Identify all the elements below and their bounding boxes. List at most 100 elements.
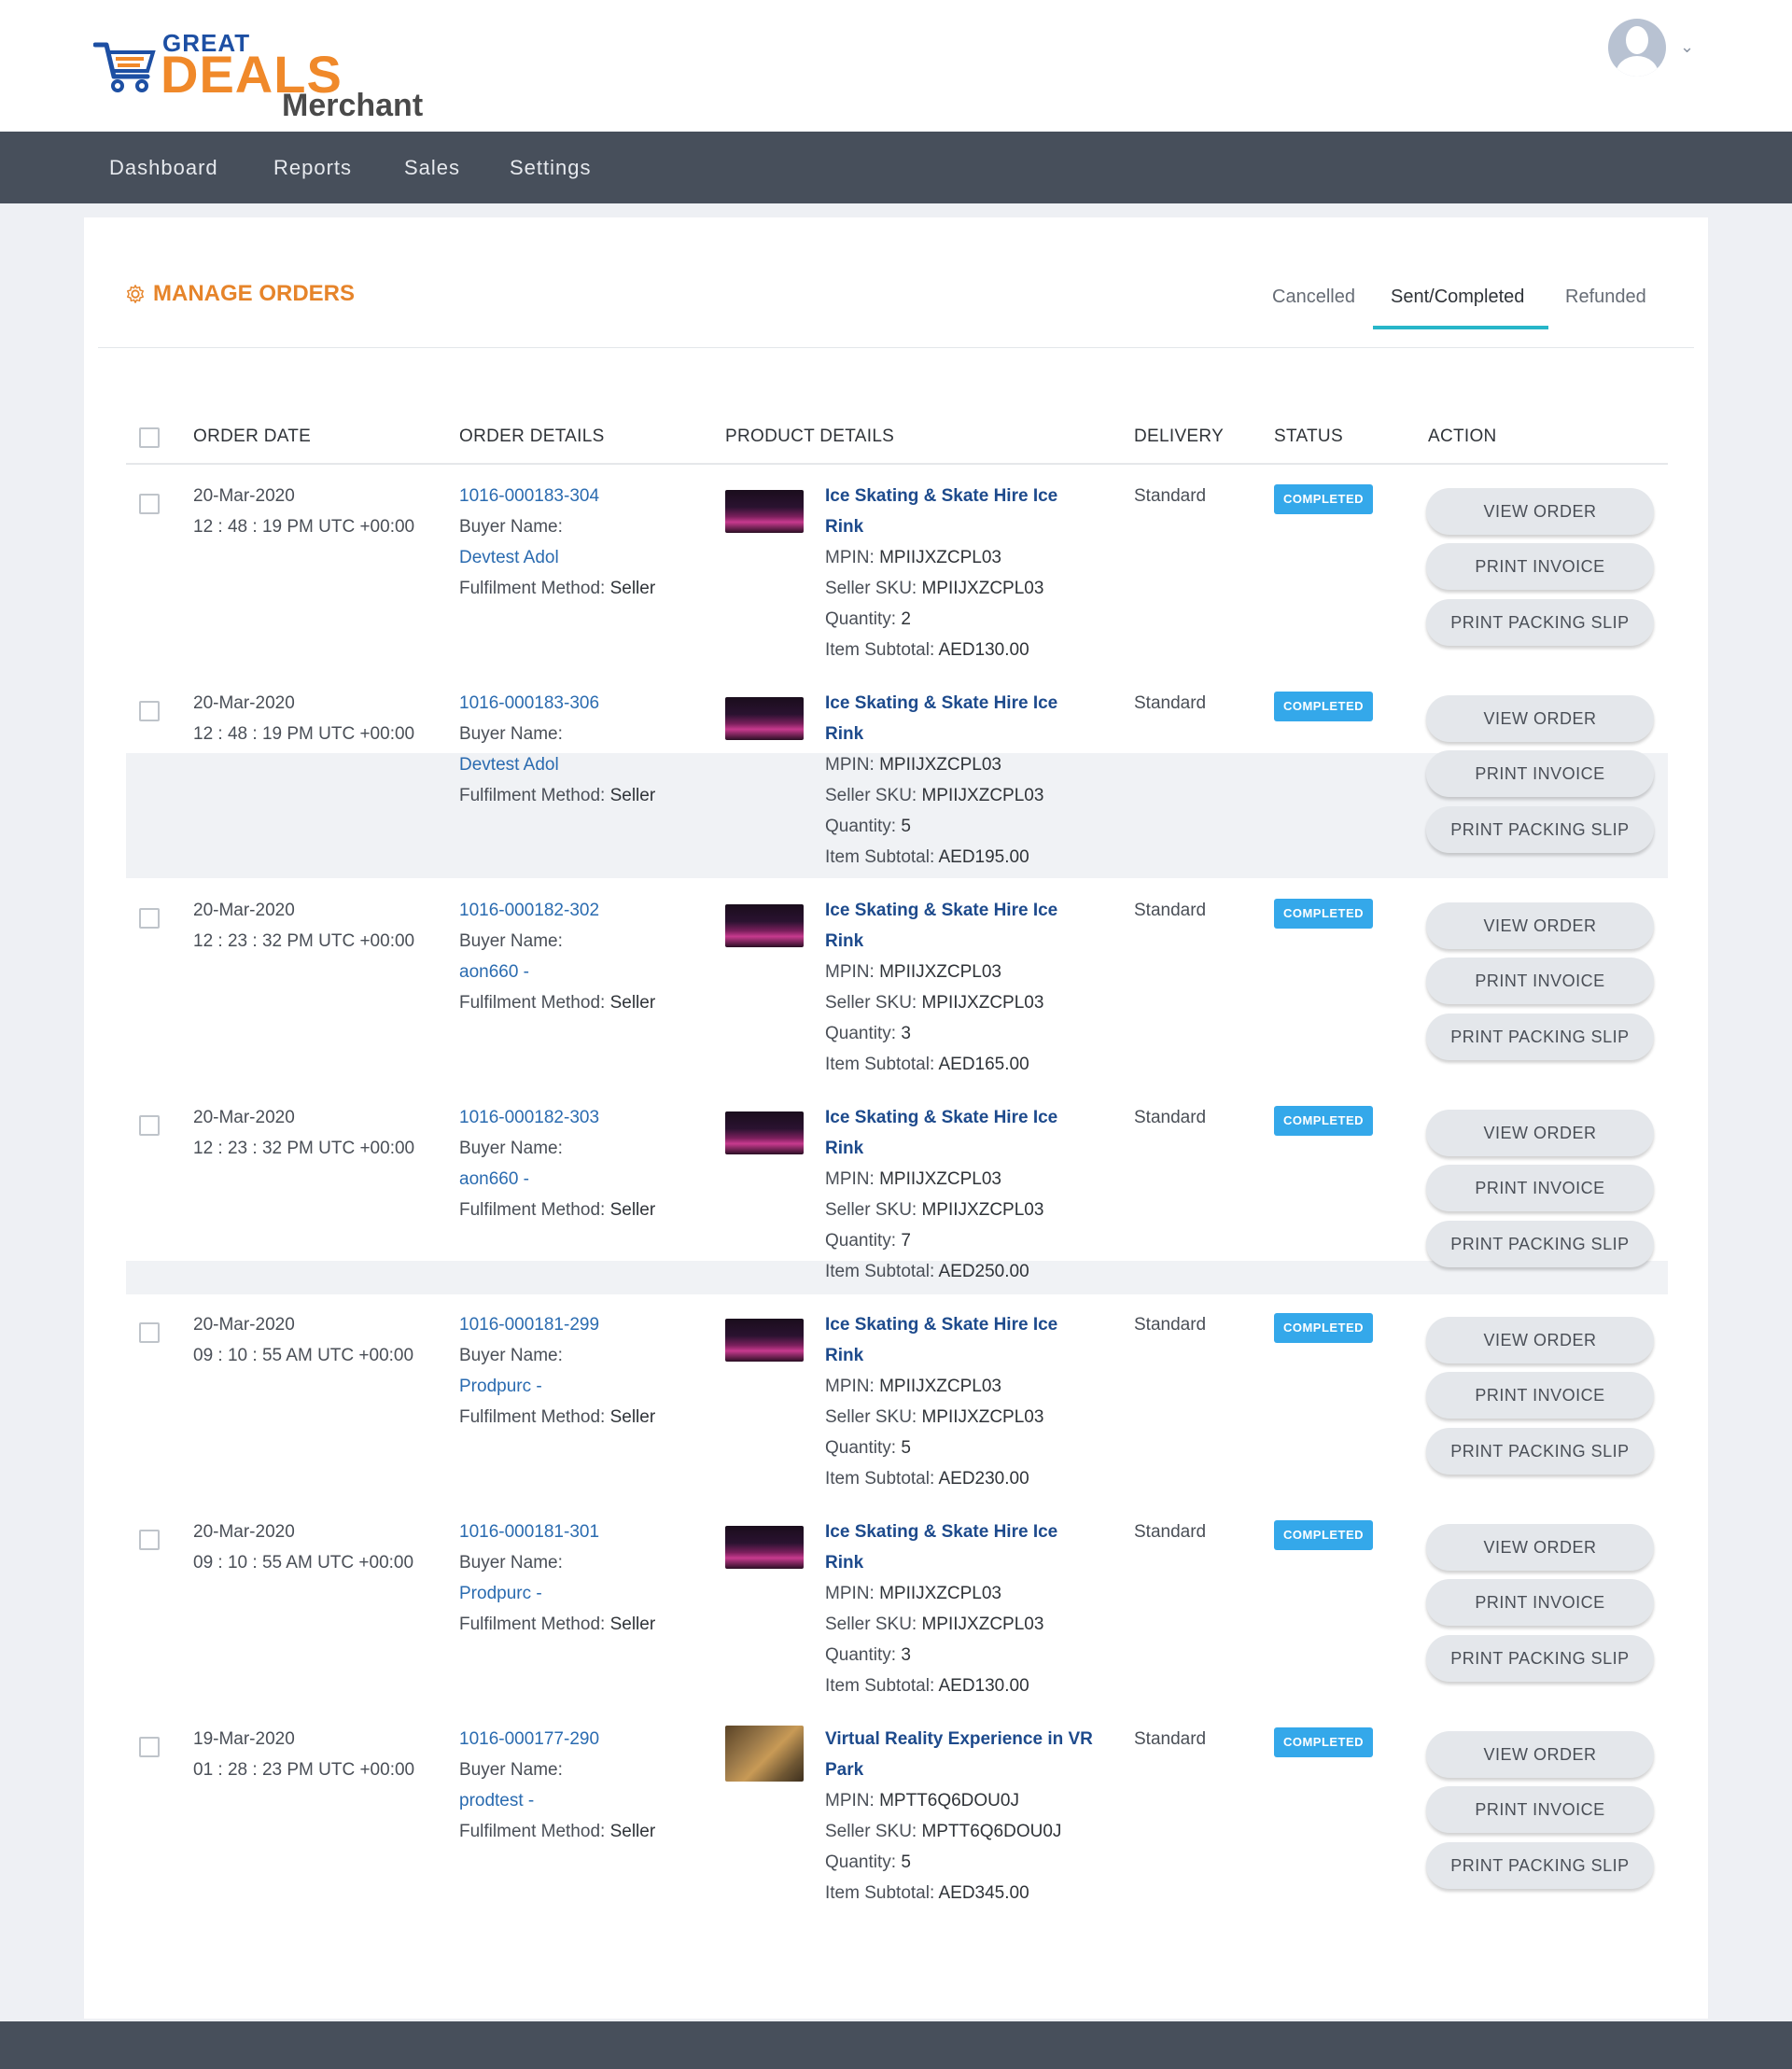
nav-dashboard[interactable]: Dashboard [109, 156, 218, 180]
product-title-line1[interactable]: Ice Skating & Skate Hire Ice [825, 1309, 1057, 1340]
print-packing-slip-button[interactable]: PRINT PACKING SLIP [1426, 806, 1654, 853]
print-packing-slip-button[interactable]: PRINT PACKING SLIP [1426, 1428, 1654, 1475]
print-packing-slip-button[interactable]: PRINT PACKING SLIP [1426, 1221, 1654, 1267]
product-thumbnail[interactable] [725, 904, 804, 947]
order-date-cell: 20-Mar-2020 09 : 10 : 55 AM UTC +00:00 [193, 1517, 413, 1578]
fulfilment-line: Fulfilment Method: Seller [459, 780, 655, 811]
print-invoice-button[interactable]: PRINT INVOICE [1426, 1165, 1654, 1211]
order-time: 12 : 23 : 32 PM UTC +00:00 [193, 931, 415, 951]
tab-cancelled[interactable]: Cancelled [1272, 287, 1355, 308]
fulfilment-label: Fulfilment Method: [459, 1615, 606, 1634]
order-id-link[interactable]: 1016-000177-290 [459, 1724, 655, 1754]
table-row: 20-Mar-2020 12 : 23 : 32 PM UTC +00:00 1… [84, 888, 1708, 1095]
view-order-button[interactable]: VIEW ORDER [1426, 695, 1654, 742]
mpin-line: MPIN: MPIIJXZCPL03 [825, 749, 1057, 780]
product-title-line1[interactable]: Virtual Reality Experience in VR [825, 1724, 1093, 1754]
row-checkbox[interactable] [139, 1322, 160, 1343]
fulfilment-label: Fulfilment Method: [459, 786, 606, 805]
order-id-link[interactable]: 1016-000182-302 [459, 895, 655, 926]
order-id-link[interactable]: 1016-000181-301 [459, 1517, 655, 1547]
buyer-name-link[interactable]: prodtest - [459, 1785, 655, 1816]
product-title-line1[interactable]: Ice Skating & Skate Hire Ice [825, 688, 1057, 719]
view-order-button[interactable]: VIEW ORDER [1426, 1524, 1654, 1571]
view-order-button[interactable]: VIEW ORDER [1426, 1317, 1654, 1363]
product-thumbnail[interactable] [725, 1726, 804, 1782]
subtotal-line: Item Subtotal: AED130.00 [825, 1671, 1057, 1701]
product-thumbnail[interactable] [725, 490, 804, 533]
product-title-line2[interactable]: Rink [825, 511, 1057, 542]
row-checkbox[interactable] [139, 1530, 160, 1550]
order-date-cell: 19-Mar-2020 01 : 28 : 23 PM UTC +00:00 [193, 1724, 414, 1785]
print-invoice-button[interactable]: PRINT INVOICE [1426, 750, 1654, 797]
product-thumbnail[interactable] [725, 697, 804, 740]
print-invoice-button[interactable]: PRINT INVOICE [1426, 1786, 1654, 1833]
nav-settings[interactable]: Settings [510, 156, 592, 180]
product-title-line2[interactable]: Rink [825, 719, 1057, 749]
buyer-name-link[interactable]: Prodpurc - [459, 1578, 655, 1609]
fulfilment-line: Fulfilment Method: Seller [459, 1609, 655, 1640]
buyer-name-link[interactable]: Prodpurc - [459, 1371, 655, 1402]
row-checkbox[interactable] [139, 1737, 160, 1757]
subtotal-line: Item Subtotal: AED195.00 [825, 842, 1057, 873]
product-thumbnail[interactable] [725, 1111, 804, 1154]
chevron-down-icon[interactable]: ⌄ [1680, 37, 1694, 57]
mpin-label: MPIN: [825, 1377, 875, 1396]
order-id-link[interactable]: 1016-000183-306 [459, 688, 655, 719]
buyer-name-link[interactable]: Devtest Adol [459, 542, 655, 573]
product-title-line2[interactable]: Rink [825, 926, 1057, 957]
print-packing-slip-button[interactable]: PRINT PACKING SLIP [1426, 1842, 1654, 1889]
product-thumbnail[interactable] [725, 1526, 804, 1569]
print-packing-slip-button[interactable]: PRINT PACKING SLIP [1426, 1635, 1654, 1682]
product-thumbnail[interactable] [725, 1319, 804, 1362]
product-title-line1[interactable]: Ice Skating & Skate Hire Ice [825, 1517, 1057, 1547]
order-id-link[interactable]: 1016-000181-299 [459, 1309, 655, 1340]
page-title-text: MANAGE ORDERS [153, 281, 356, 306]
product-title-line1[interactable]: Ice Skating & Skate Hire Ice [825, 895, 1057, 926]
row-checkbox[interactable] [139, 908, 160, 929]
buyer-name-link[interactable]: Devtest Adol [459, 749, 655, 780]
print-packing-slip-button[interactable]: PRINT PACKING SLIP [1426, 1014, 1654, 1060]
view-order-button[interactable]: VIEW ORDER [1426, 488, 1654, 535]
product-title-line2[interactable]: Rink [825, 1340, 1057, 1371]
product-title-line2[interactable]: Rink [825, 1547, 1057, 1578]
manage-orders-card: MANAGE ORDERS Cancelled Sent/Completed R… [84, 217, 1708, 2019]
product-title-line2[interactable]: Rink [825, 1133, 1057, 1164]
buyer-name-link[interactable]: aon660 - [459, 957, 655, 987]
sku-value: MPIIJXZCPL03 [921, 1407, 1044, 1427]
status-badge: COMPLETED [1274, 1520, 1373, 1550]
product-title-line1[interactable]: Ice Skating & Skate Hire Ice [825, 1102, 1057, 1133]
view-order-button[interactable]: VIEW ORDER [1426, 902, 1654, 949]
product-details-cell: Ice Skating & Skate Hire Ice Rink MPIN: … [825, 481, 1057, 665]
buyer-name-label: Buyer Name: [459, 517, 563, 537]
print-invoice-button[interactable]: PRINT INVOICE [1426, 543, 1654, 590]
table-row: 19-Mar-2020 01 : 28 : 23 PM UTC +00:00 1… [84, 1716, 1708, 1923]
quantity-line: Quantity: 2 [825, 604, 1057, 635]
print-packing-slip-button[interactable]: PRINT PACKING SLIP [1426, 599, 1654, 646]
user-avatar-icon[interactable] [1608, 19, 1666, 77]
quantity-label: Quantity: [825, 1645, 897, 1665]
row-checkbox[interactable] [139, 701, 160, 721]
sku-line: Seller SKU: MPIIJXZCPL03 [825, 1195, 1057, 1225]
buyer-name-label: Buyer Name: [459, 1553, 563, 1573]
great-deals-logo[interactable]: GREAT DEALS Merchant [93, 26, 429, 129]
select-all-checkbox[interactable] [139, 427, 160, 448]
tab-refunded[interactable]: Refunded [1565, 287, 1646, 308]
quantity-label: Quantity: [825, 1438, 897, 1458]
view-order-button[interactable]: VIEW ORDER [1426, 1731, 1654, 1778]
row-checkbox[interactable] [139, 1115, 160, 1136]
order-id-link[interactable]: 1016-000183-304 [459, 481, 655, 511]
buyer-name-label: Buyer Name: [459, 1139, 563, 1158]
product-title-line1[interactable]: Ice Skating & Skate Hire Ice [825, 481, 1057, 511]
view-order-button[interactable]: VIEW ORDER [1426, 1110, 1654, 1156]
print-invoice-button[interactable]: PRINT INVOICE [1426, 1579, 1654, 1626]
buyer-name-link[interactable]: aon660 - [459, 1164, 655, 1195]
cart-logo-icon [93, 42, 156, 92]
tab-sent-completed[interactable]: Sent/Completed [1391, 287, 1524, 308]
nav-reports[interactable]: Reports [273, 156, 352, 180]
nav-sales[interactable]: Sales [404, 156, 460, 180]
order-id-link[interactable]: 1016-000182-303 [459, 1102, 655, 1133]
row-checkbox[interactable] [139, 494, 160, 514]
print-invoice-button[interactable]: PRINT INVOICE [1426, 1372, 1654, 1419]
print-invoice-button[interactable]: PRINT INVOICE [1426, 958, 1654, 1004]
product-title-line2[interactable]: Park [825, 1754, 1093, 1785]
